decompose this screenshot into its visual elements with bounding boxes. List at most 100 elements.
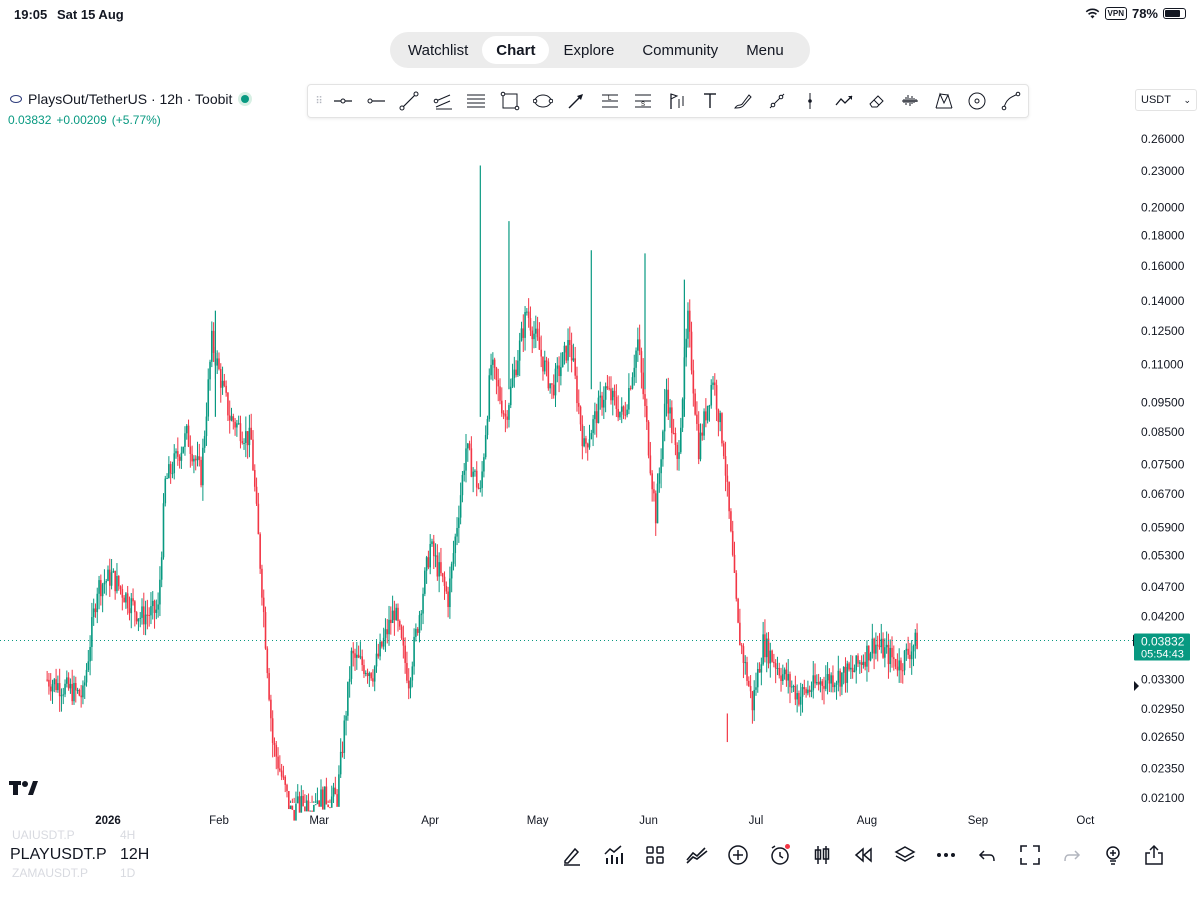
chart-type-icon[interactable] [806,840,838,870]
candle-body [644,394,646,406]
candle-body [347,681,349,716]
candle-body [60,695,63,697]
fib-retracement-icon[interactable] [460,86,493,116]
tab-chart[interactable]: Chart [482,36,550,64]
templates-icon[interactable] [639,840,671,870]
candle-body [517,360,519,376]
eye-icon[interactable] [10,95,22,103]
candle-body [304,806,306,812]
long-position-icon[interactable]: L [593,86,626,116]
candle-body [561,352,564,368]
candle-body [232,416,235,422]
candle-body [336,794,338,807]
candle-body [669,407,671,414]
horizontal-ray-icon[interactable] [359,86,392,116]
x-tick-label: Apr [421,815,439,827]
ellipse-icon[interactable] [526,86,559,116]
undo-icon[interactable] [972,840,1004,870]
tab-menu[interactable]: Menu [732,36,798,64]
candle-body [551,383,553,385]
tab-explore[interactable]: Explore [549,36,628,64]
text-icon[interactable] [693,86,726,116]
alert-icon[interactable] [764,840,796,870]
path-icon[interactable] [827,86,860,116]
current-symbol[interactable]: PLAYUSDT.P [10,846,107,864]
curve-icon[interactable] [994,86,1027,116]
compare-icon[interactable] [681,840,713,870]
parallel-channel-icon[interactable] [426,86,459,116]
candle-body [556,365,559,369]
candle-body [409,680,412,689]
candle-body [463,470,466,475]
candle-body [368,673,371,677]
candle-body [264,612,267,649]
rectangle-icon[interactable] [493,86,526,116]
candle-body [390,619,392,623]
price-summary: 0.03832 +0.00209 (+5.77%) [8,113,161,127]
candle-body [597,397,600,424]
candle-body [896,666,899,671]
replay-icon[interactable] [847,840,879,870]
candle-body [62,694,65,696]
candle-body [143,606,145,625]
candle-body [370,673,372,679]
candle-body [395,607,397,621]
candle-body [459,495,462,518]
volume-profile-icon[interactable] [894,86,927,116]
candle-body [135,612,138,622]
tab-watchlist[interactable]: Watchlist [394,36,482,64]
fullscreen-icon[interactable] [1014,840,1046,870]
candle-body [245,431,247,443]
status-right: VPN 78% [1085,6,1186,21]
xabcd-pattern-icon[interactable] [927,86,960,116]
current-interval[interactable]: 12H [120,846,149,864]
layers-icon[interactable] [889,840,921,870]
trend-line-icon[interactable] [393,86,426,116]
candle-body [790,686,793,688]
anchored-vwap-icon[interactable] [660,86,693,116]
candle-body [864,661,866,667]
candle-body [629,388,632,390]
last-price-label: 0.03832 [1141,634,1185,648]
candle-body [604,386,607,400]
candle-body [252,439,254,471]
candle-body [345,715,347,721]
symbol-legend[interactable]: PlaysOut/TetherUS · 12h · Toobit [10,91,253,107]
candle-body [846,663,849,683]
candle-body [764,634,766,658]
circle-icon[interactable] [960,86,993,116]
candle-body [48,679,50,687]
share-icon[interactable] [1138,840,1170,870]
indicators-icon[interactable] [598,840,630,870]
more-icon[interactable] [930,840,962,870]
candle-body [216,358,218,366]
eraser-icon[interactable] [860,86,893,116]
ghost-symbol-below[interactable]: ZAMAUSDT.P [12,866,88,880]
drag-handle-icon[interactable]: ⠿ [312,91,326,111]
short-position-icon[interactable]: S [627,86,660,116]
brush-icon[interactable] [727,86,760,116]
trend-angle-icon[interactable] [760,86,793,116]
candle-body [583,438,585,447]
candle-body [839,670,841,687]
arrow-icon[interactable] [560,86,593,116]
draw-icon[interactable] [556,840,588,870]
ideas-icon[interactable] [1097,840,1129,870]
candle-body [406,662,408,681]
candle-body [531,330,534,340]
candle-body [495,367,498,380]
candle-body [243,442,245,444]
redo-icon[interactable] [1055,840,1087,870]
candle-body [458,517,460,528]
candle-body [676,444,679,459]
horizontal-line-icon[interactable] [326,86,359,116]
vertical-line-icon[interactable] [793,86,826,116]
candle-body [910,651,913,660]
currency-select[interactable]: USDT ⌄ [1135,89,1197,111]
candle-body [196,456,199,461]
price-chart[interactable]: 0.26000 0.23000 0.20000 0.18000 0.16000 0.140… [0,128,1200,832]
candle-body [824,680,827,689]
add-icon[interactable] [722,840,754,870]
tab-community[interactable]: Community [628,36,732,64]
ghost-symbol-above[interactable]: UAIUSDT.P [12,828,75,842]
